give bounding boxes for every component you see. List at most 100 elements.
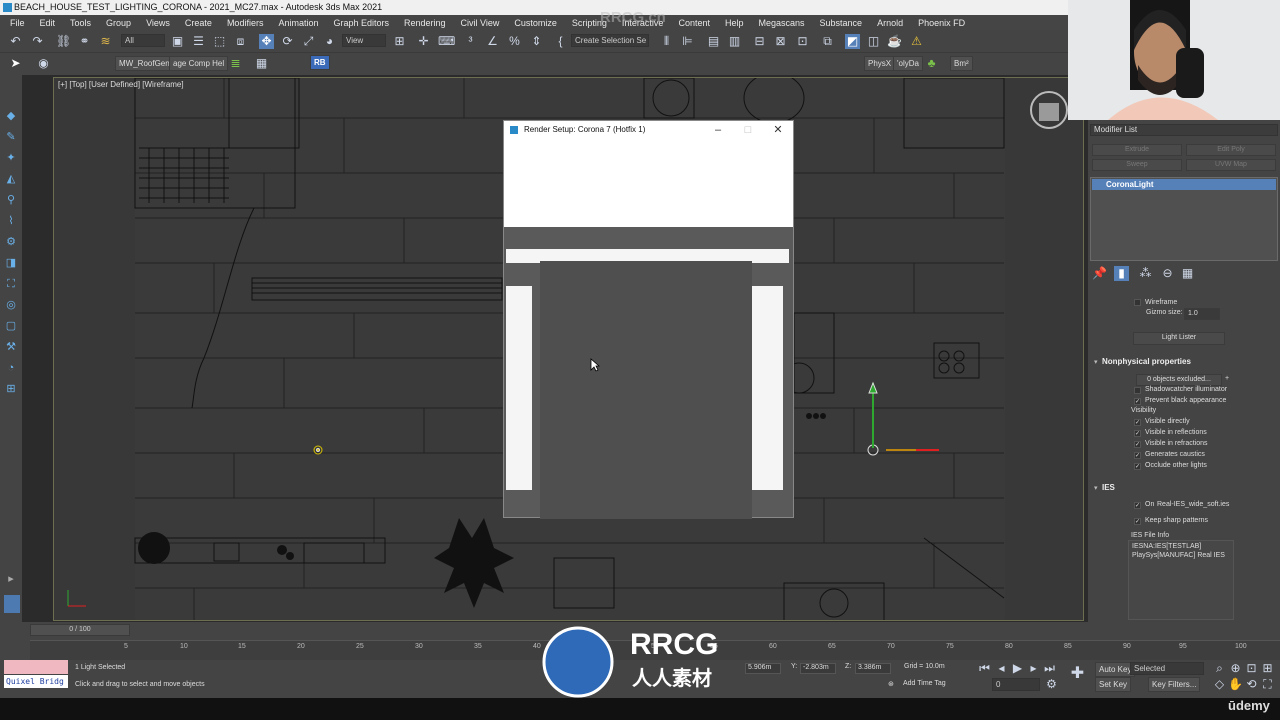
rect-selection-icon[interactable]: ⬚ (212, 34, 227, 49)
go-to-end-icon[interactable]: ⏭ (1042, 661, 1057, 676)
angle-snap-icon[interactable]: ∠ (485, 34, 500, 49)
extrude-button[interactable]: Extrude (1092, 144, 1182, 156)
set-key-icon[interactable]: ✚ (1070, 666, 1085, 682)
menu-substance[interactable]: Substance (820, 18, 863, 28)
viewcube-icon[interactable] (1039, 103, 1059, 121)
selection-filter-dropdown[interactable]: All (121, 34, 165, 47)
window-crossing-icon[interactable]: ⧈ (233, 34, 248, 49)
create-systems-icon[interactable]: ⚙ (4, 235, 18, 249)
scene-explorer-icon[interactable]: ▦ (254, 56, 269, 71)
occlude-lights-checkbox[interactable]: ✓ (1134, 463, 1141, 470)
zoom-all-icon[interactable]: ⊕ (1228, 661, 1243, 676)
current-frame-field[interactable]: 0 (992, 678, 1040, 691)
previous-frame-icon[interactable]: ◂ (994, 661, 1009, 676)
placement-icon[interactable]: ◕ (322, 34, 337, 49)
maximize-viewport-icon[interactable]: ⛶ (1260, 677, 1275, 692)
select-by-name-icon[interactable]: ☰ (191, 34, 206, 49)
snaps-toggle-icon[interactable]: ³ (463, 34, 478, 49)
menu-animation[interactable]: Animation (278, 18, 318, 28)
prevent-black-checkbox[interactable]: ✓ (1134, 398, 1141, 405)
zoom-icon[interactable]: ⌕ (1212, 661, 1227, 676)
go-to-start-icon[interactable]: ⏮ (977, 661, 992, 676)
curve-editor-icon[interactable]: ⊟ (752, 34, 767, 49)
ies-rollout-header[interactable]: IES (1102, 483, 1115, 492)
ies-file-button[interactable]: Real-IES_wide_soft.ies (1157, 501, 1229, 508)
unlink-icon[interactable]: ⚭ (77, 34, 92, 49)
undo-icon[interactable]: ↶ (8, 34, 23, 49)
pin-stack-icon[interactable]: 📌 (1092, 266, 1107, 281)
uvw-map-button[interactable]: UVW Map (1186, 159, 1276, 171)
layers-icon[interactable]: ≣ (228, 56, 243, 71)
edit-named-selection-icon[interactable]: { (553, 34, 568, 49)
select-manipulate-icon[interactable]: ✛ (416, 34, 431, 49)
percent-snap-icon[interactable]: % (507, 34, 522, 49)
fov-icon[interactable]: ◇ (1212, 677, 1227, 692)
nonphysical-rollout-header[interactable]: Nonphysical properties (1102, 357, 1191, 366)
minimize-icon[interactable]: – (704, 121, 732, 139)
modeling-icon[interactable]: ◉ (36, 56, 51, 71)
motion-icon[interactable]: ◎ (4, 298, 18, 312)
menu-content[interactable]: Content (678, 18, 710, 28)
physx-button[interactable]: PhysX (864, 56, 896, 71)
menu-customize[interactable]: Customize (514, 18, 557, 28)
remove-modifier-icon[interactable]: ⊖ (1160, 266, 1175, 281)
menu-arnold[interactable]: Arnold (877, 18, 903, 28)
zoom-extents-all-icon[interactable]: ⊞ (1260, 661, 1275, 676)
gizmo-icon[interactable]: ◔ (4, 361, 18, 375)
menu-views[interactable]: Views (146, 18, 170, 28)
select-object-icon[interactable]: ▣ (170, 34, 185, 49)
layer-explorer-icon[interactable]: ▤ (706, 34, 721, 49)
zoom-extents-icon[interactable]: ⊡ (1244, 661, 1259, 676)
viewport-thumbnail-icon[interactable] (4, 595, 20, 613)
utilities-icon[interactable]: ⚒ (4, 340, 18, 354)
expand-arrow-icon[interactable]: ▸ (4, 572, 18, 586)
ies-collapse-icon[interactable]: ▾ (1094, 484, 1098, 492)
menu-phoenix-fd[interactable]: Phoenix FD (918, 18, 965, 28)
rb-button[interactable]: RB (310, 55, 330, 70)
link-icon[interactable]: ⛓ (56, 34, 71, 49)
add-time-tag-button[interactable]: Add Time Tag (903, 680, 946, 691)
menu-create[interactable]: Create (185, 18, 212, 28)
display-icon[interactable]: ▢ (4, 319, 18, 333)
wireframe-checkbox[interactable] (1134, 299, 1141, 306)
menu-help[interactable]: Help (725, 18, 744, 28)
viewport-label[interactable]: [+] [Top] [User Defined] [Wireframe] (58, 80, 184, 89)
key-mode-dropdown[interactable]: Selected (1130, 662, 1204, 675)
next-frame-icon[interactable]: ▸ (1026, 661, 1041, 676)
render-production-icon[interactable]: ◫ (866, 34, 881, 49)
pivot-center-icon[interactable]: ⊞ (392, 34, 407, 49)
play-icon[interactable]: ▶ (1010, 661, 1025, 676)
light-lister-button[interactable]: Light Lister (1133, 332, 1225, 345)
z-coordinate-field[interactable]: 3.386m (855, 663, 891, 674)
scale-icon[interactable]: ⤢ (301, 34, 316, 49)
image-comp-helper-tab[interactable]: age Comp Hel (169, 56, 229, 71)
pan-icon[interactable]: ✋ (1228, 677, 1243, 692)
polyda-button[interactable]: 'olyDa (893, 56, 923, 71)
orbit-icon[interactable]: ⟲ (1244, 677, 1259, 692)
close-icon[interactable]: ✕ (764, 121, 792, 139)
menu-tools[interactable]: Tools (70, 18, 91, 28)
mw-roofgen-tab[interactable]: MW_RoofGen (115, 56, 174, 71)
bind-spacewarp-icon[interactable]: ≋ (98, 34, 113, 49)
menu-rendering[interactable]: Rendering (404, 18, 446, 28)
make-unique-icon[interactable]: ⁂ (1138, 266, 1153, 281)
schematic-view-icon[interactable]: ⊠ (773, 34, 788, 49)
spinner-snap-icon[interactable]: ⇕ (529, 34, 544, 49)
named-selection-dropdown[interactable]: Create Selection Se (571, 34, 649, 47)
render-iterative-icon[interactable]: ☕ (887, 34, 902, 49)
render-setup-icon[interactable]: ⧉ (820, 34, 835, 49)
reference-coord-dropdown[interactable]: View (342, 34, 386, 47)
gizmo-size-field[interactable]: 1.0 (1184, 308, 1220, 320)
hierarchy-icon[interactable]: ⛶ (4, 277, 18, 291)
viewport-layout-icon[interactable]: ⊞ (4, 382, 18, 396)
create-shapes-icon[interactable]: ✎ (4, 130, 18, 144)
time-tag-icon[interactable]: ⊛ (888, 680, 894, 691)
objects-excluded-button[interactable]: 0 objects excluded... (1136, 374, 1222, 386)
menu-file[interactable]: File (10, 18, 25, 28)
time-slider[interactable]: 0 / 100 (30, 624, 130, 636)
align-icon[interactable]: ⊫ (680, 34, 695, 49)
generates-caustics-checkbox[interactable]: ✓ (1134, 452, 1141, 459)
time-config-icon[interactable]: ⚙ (1044, 677, 1059, 692)
forest-icon[interactable]: ♣ (924, 56, 939, 71)
menu-megascans[interactable]: Megascans (759, 18, 805, 28)
